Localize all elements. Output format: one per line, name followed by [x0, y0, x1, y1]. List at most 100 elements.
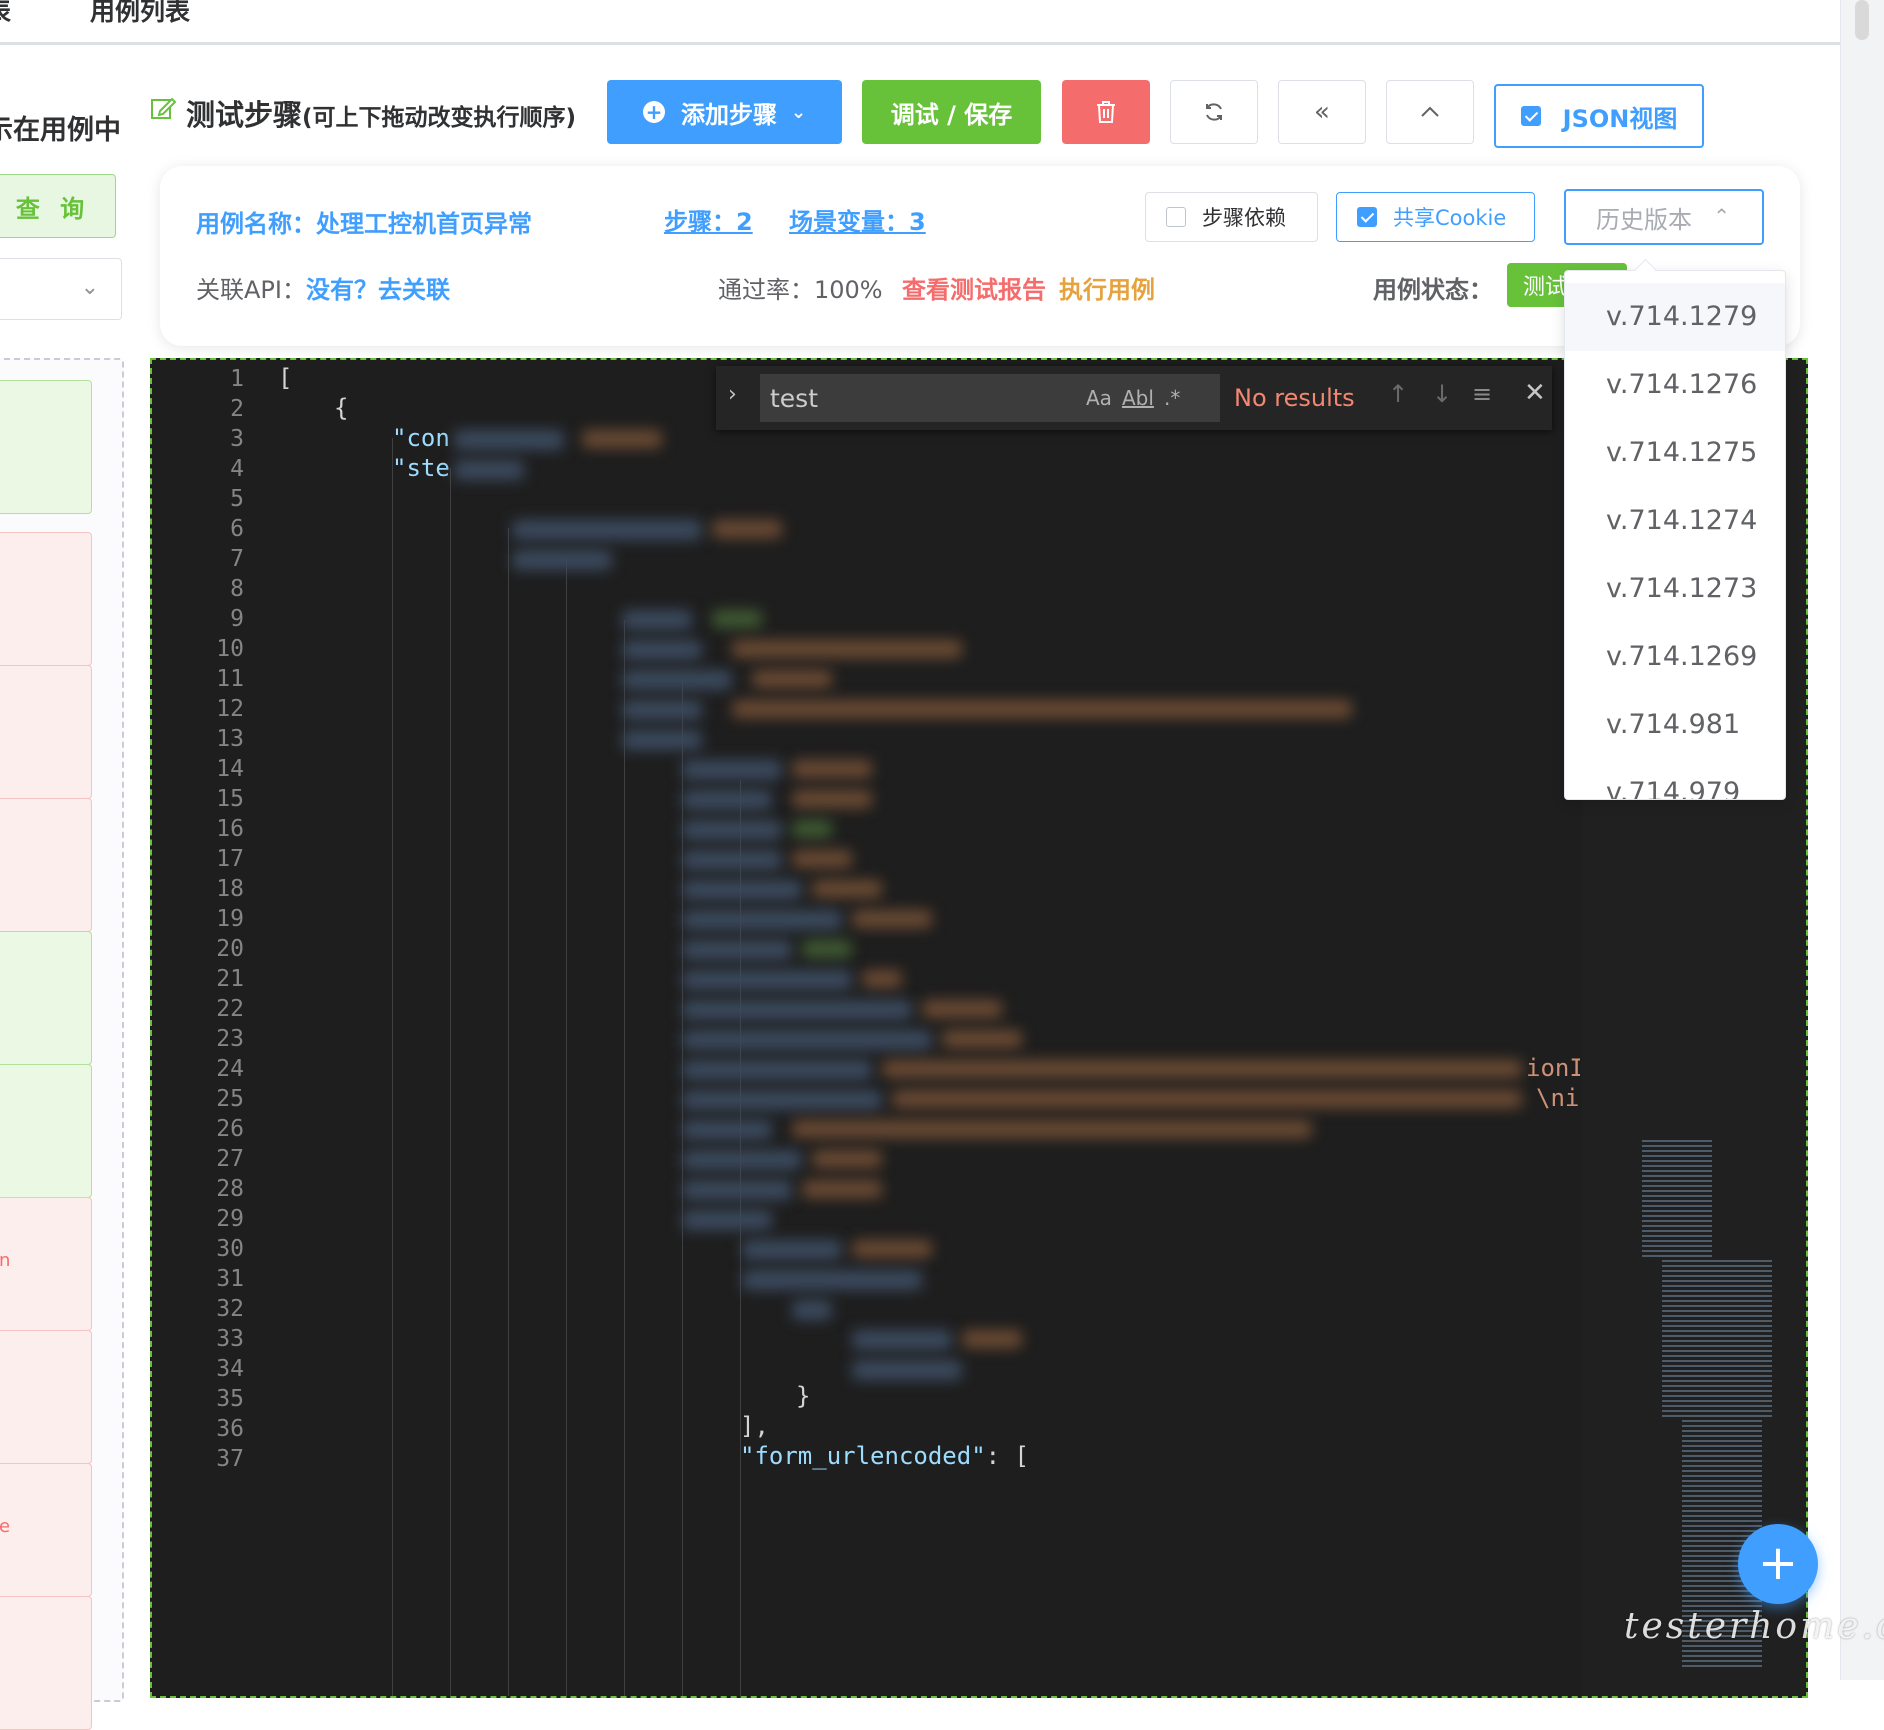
linked-api: 关联API：没有？去关联 [196, 270, 450, 305]
regex-icon[interactable]: .* [1164, 386, 1180, 410]
line-number: 13 [216, 726, 244, 752]
add-fab-button[interactable]: + [1738, 1524, 1818, 1604]
line-number-gutter: 1 2 3 4 5 6 7 8 9 10 11 12 13 14 15 16 17 18 19 20 21 22 23 24 2… [152, 360, 272, 1696]
version-option[interactable]: v.714.1275 [1565, 419, 1785, 487]
code-line: "form_urlencoded": [ [740, 1442, 1029, 1470]
page-scrollbar[interactable] [1840, 0, 1884, 1680]
line-number: 10 [216, 636, 244, 662]
whole-word-icon[interactable]: Abl [1122, 386, 1154, 410]
scene-vars-link[interactable]: 场景变量：3 [789, 202, 926, 237]
case-card[interactable] [0, 665, 92, 799]
case-name-value: 处理工控机首页异常 [316, 210, 532, 238]
run-case-link[interactable]: 执行用例 [1059, 270, 1155, 305]
chevron-up-icon [1421, 106, 1439, 117]
line-number: 31 [216, 1266, 244, 1292]
code-line: ], [740, 1412, 769, 1440]
code-line: } [796, 1382, 811, 1410]
case-card[interactable] [0, 931, 92, 1065]
case-card[interactable] [0, 532, 92, 666]
share-cookie-checkbox[interactable]: 共享Cookie [1336, 192, 1535, 242]
toggle-replace-icon[interactable]: › [728, 382, 737, 407]
find-in-selection-icon[interactable]: ≡ [1472, 380, 1492, 408]
pass-rate: 通过率：100% [718, 270, 883, 305]
case-card[interactable] [0, 380, 92, 514]
line-number: 34 [216, 1356, 244, 1382]
version-option[interactable]: v.714.1276 [1565, 351, 1785, 419]
share-cookie-label: 共享Cookie [1393, 206, 1507, 230]
match-case-icon[interactable]: Aa [1086, 386, 1112, 410]
case-card[interactable]: e [0, 1463, 92, 1597]
history-version-placeholder: 历史版本 [1596, 205, 1692, 234]
arrow-down-icon[interactable]: ↓ [1432, 380, 1452, 408]
line-number: 21 [216, 966, 244, 992]
collapse-left-button[interactable]: « [1278, 80, 1366, 144]
history-version-select[interactable]: 历史版本 ⌃ [1564, 189, 1764, 245]
left-filter-select[interactable]: ⌄ [0, 258, 122, 320]
view-report-link[interactable]: 查看测试报告 [902, 270, 1046, 305]
pass-rate-value: 100% [814, 276, 883, 304]
case-card[interactable]: n [0, 1197, 92, 1331]
version-option[interactable]: v.714.1269 [1565, 623, 1785, 691]
case-card[interactable] [0, 1330, 92, 1464]
steps-link[interactable]: 步骤：2 [664, 202, 753, 237]
watermark: testerhome.com [1624, 1606, 1884, 1647]
tab-case-list[interactable]: 用例列表 [90, 0, 190, 28]
step-dependency-checkbox[interactable]: 步骤依赖 [1145, 192, 1318, 242]
line-number: 36 [216, 1416, 244, 1442]
delete-button[interactable] [1062, 80, 1150, 144]
case-card[interactable] [0, 798, 92, 932]
version-option[interactable]: v.714.1274 [1565, 487, 1785, 555]
line-number: 12 [216, 696, 244, 722]
line-number: 2 [230, 396, 244, 422]
add-step-button[interactable]: + 添加步骤 ⌄ [607, 80, 842, 144]
line-number: 29 [216, 1206, 244, 1232]
version-option[interactable]: v.714.1273 [1565, 555, 1785, 623]
refresh-button[interactable] [1170, 80, 1258, 144]
json-editor[interactable]: 1 2 3 4 5 6 7 8 9 10 11 12 13 14 15 16 17 18 19 20 21 22 23 24 2… [150, 358, 1808, 1698]
line-number: 23 [216, 1026, 244, 1052]
close-icon[interactable]: ✕ [1524, 378, 1546, 408]
checkbox-checked-icon [1520, 106, 1541, 126]
case-card[interactable] [0, 1064, 92, 1198]
link-api-link[interactable]: 没有？去关联 [306, 276, 450, 304]
arrow-up-icon[interactable]: ↑ [1388, 380, 1408, 408]
code-line: ionI [1526, 1054, 1580, 1082]
checkbox-icon [1166, 207, 1186, 227]
checkbox-checked-icon [1357, 207, 1377, 227]
page-title: 测试步骤(可上下拖动改变执行顺序) [186, 92, 576, 134]
version-option[interactable]: v.714.1279 [1565, 283, 1785, 351]
find-result: No results [1234, 384, 1355, 412]
line-number: 6 [230, 516, 244, 542]
query-button[interactable]: 查 询 [0, 174, 116, 238]
line-number: 9 [230, 606, 244, 632]
code-line: \ni [1536, 1084, 1580, 1112]
plus-circle-icon: + [642, 101, 665, 123]
line-number: 20 [216, 936, 244, 962]
line-number: 1 [230, 366, 244, 392]
line-number: 8 [230, 576, 244, 602]
line-number: 15 [216, 786, 244, 812]
line-number: 3 [230, 426, 244, 452]
line-number: 4 [230, 456, 244, 482]
line-number: 22 [216, 996, 244, 1022]
top-tab-bar: 表 用例列表 [0, 0, 1840, 45]
line-number: 37 [216, 1446, 244, 1472]
case-card-snippet: n [0, 1250, 11, 1271]
double-chevron-left-icon: « [1314, 97, 1330, 127]
line-number: 24 [216, 1056, 244, 1082]
case-card[interactable] [0, 1596, 92, 1730]
scroll-up-button[interactable] [1386, 80, 1474, 144]
version-dropdown: v.714.1279 v.714.1276 v.714.1275 v.714.1… [1564, 270, 1786, 800]
chevron-down-icon: ⌄ [80, 275, 99, 300]
line-number: 14 [216, 756, 244, 782]
version-option[interactable]: v.714.981 [1565, 691, 1785, 759]
debug-save-button[interactable]: 调试 / 保存 [862, 80, 1041, 144]
code-line: [ [278, 364, 293, 392]
line-number: 27 [216, 1146, 244, 1172]
version-option[interactable]: v.714.979 [1565, 759, 1785, 799]
case-name: 用例名称：处理工控机首页异常 [196, 204, 532, 239]
tab-previous[interactable]: 表 [0, 0, 11, 28]
line-number: 18 [216, 876, 244, 902]
refresh-icon [1206, 103, 1222, 121]
json-view-toggle[interactable]: JSON视图 [1494, 84, 1704, 148]
